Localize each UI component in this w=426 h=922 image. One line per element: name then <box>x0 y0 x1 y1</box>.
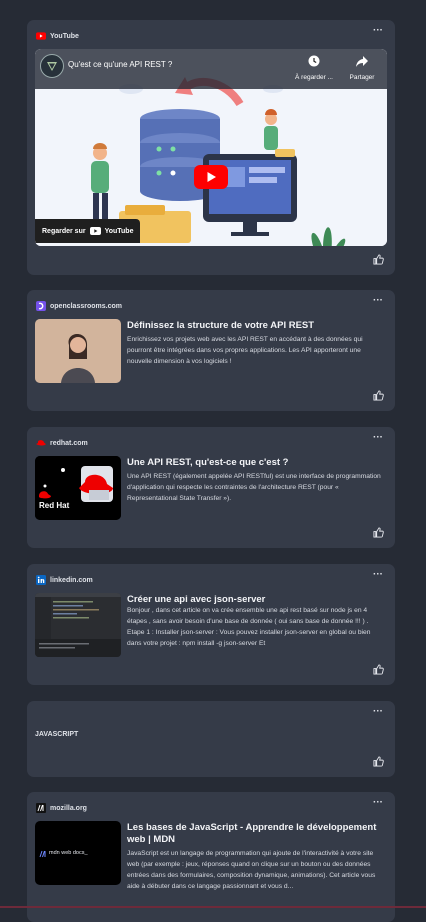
source-label: openclassrooms.com <box>50 302 122 310</box>
share-label: Partager <box>349 74 375 81</box>
openclassrooms-icon <box>36 301 46 311</box>
article-thumbnail[interactable]: Red Hat <box>35 456 121 520</box>
article-description: Une API REST (également appelée API REST… <box>127 473 381 502</box>
card-source: YouTube <box>36 31 79 41</box>
youtube-icon <box>36 31 46 41</box>
clock-icon <box>308 55 320 67</box>
watch-later-button[interactable]: À regarder ... <box>293 54 335 81</box>
card-source: linkedin.com <box>36 575 93 585</box>
source-label: YouTube <box>50 32 79 40</box>
more-options-button[interactable]: ··· <box>373 432 383 443</box>
youtube-card: YouTube ··· Qu'est ce qu'une API REST ? … <box>27 20 395 275</box>
redhat-icon <box>36 438 46 448</box>
article-title[interactable]: Les bases de JavaScript - Apprendre le d… <box>127 822 383 846</box>
link-card-openclassrooms[interactable]: openclassrooms.com ··· Définissez la str… <box>27 290 395 411</box>
watch-later-label: À regarder ... <box>295 74 333 81</box>
article-title[interactable]: Une API REST, qu'est-ce que c'est ? <box>127 457 383 469</box>
play-button[interactable] <box>194 165 228 189</box>
card-source: mozilla.org <box>36 803 87 813</box>
article-description: JavaScript est un langage de programmati… <box>127 850 376 890</box>
text-card[interactable]: ··· JAVASCRIPT <box>27 701 395 777</box>
watch-on-label: Regarder sur <box>42 227 86 235</box>
watch-on-youtube-button[interactable]: Regarder sur YouTube <box>35 219 141 243</box>
thumbnail-label: Red Hat <box>39 501 70 510</box>
more-options-button[interactable]: ··· <box>373 295 383 306</box>
link-card-mdn[interactable]: mozilla.org ··· mdn web docs_ Les bases … <box>27 792 395 922</box>
article-thumbnail[interactable] <box>35 319 121 383</box>
more-options-button[interactable]: ··· <box>373 706 383 717</box>
share-icon <box>356 56 368 67</box>
thumbs-up-icon[interactable] <box>373 390 384 401</box>
thumbs-up-icon[interactable] <box>373 527 384 538</box>
card-source: openclassrooms.com <box>36 301 122 311</box>
link-card-linkedin[interactable]: linkedin.com ··· Créer une api avec json… <box>27 564 395 685</box>
thumbnail-label: mdn web docs_ <box>49 850 88 856</box>
source-label: linkedin.com <box>50 576 93 584</box>
card-source: redhat.com <box>36 438 88 448</box>
video-title[interactable]: Qu'est ce qu'une API REST ? <box>68 60 172 69</box>
youtube-logo-icon <box>89 227 101 235</box>
article-description: Bonjour , dans cet article on va crée en… <box>127 607 371 647</box>
article-description: Enrichissez vos projets web avec les API… <box>127 336 363 365</box>
article-title[interactable]: Définissez la structure de votre API RES… <box>127 320 383 332</box>
youtube-brand-label: YouTube <box>104 227 134 235</box>
mdn-icon <box>36 803 46 813</box>
more-options-button[interactable]: ··· <box>373 797 383 808</box>
thumbs-up-icon[interactable] <box>373 254 384 265</box>
channel-avatar[interactable] <box>40 54 64 78</box>
thumbs-up-icon[interactable] <box>373 664 384 675</box>
thumbs-up-icon[interactable] <box>373 756 384 767</box>
youtube-video-player[interactable]: Qu'est ce qu'une API REST ? À regarder .… <box>35 49 387 246</box>
source-label: redhat.com <box>50 439 88 447</box>
link-card-redhat[interactable]: redhat.com ··· Red Hat Une API REST, qu'… <box>27 427 395 548</box>
linkedin-icon <box>36 575 46 585</box>
article-thumbnail[interactable] <box>35 593 121 657</box>
source-label: mozilla.org <box>50 804 87 812</box>
note-text: JAVASCRIPT <box>35 731 79 738</box>
article-thumbnail[interactable]: mdn web docs_ <box>35 821 121 885</box>
more-options-button[interactable]: ··· <box>373 25 383 36</box>
play-icon <box>194 165 228 189</box>
share-button[interactable]: Partager <box>341 54 383 81</box>
more-options-button[interactable]: ··· <box>373 569 383 580</box>
